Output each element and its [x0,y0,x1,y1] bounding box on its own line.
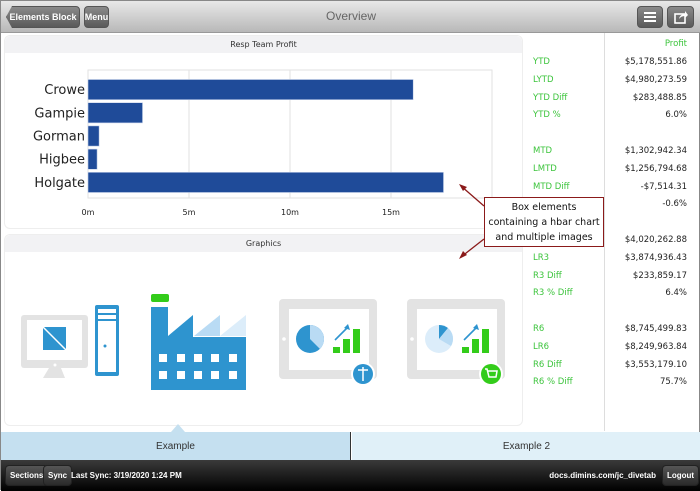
profit-header: Profit [664,39,687,49]
profit-label: LR6 [533,341,550,352]
profit-value: $4,980,273.59 [624,74,687,85]
profit-label: R3 % Diff [533,288,573,299]
bar [87,102,143,124]
tablet-retail-image [407,299,505,386]
category-label: Holgate [34,176,85,191]
graphics-images [21,294,505,390]
computer-image [21,305,119,378]
column-divider [604,33,605,431]
graphics-panel-title: Graphics [5,235,522,252]
profit-value: 6.0% [665,110,687,121]
hbar-chart: 0m 5m 10m 15m Crowe Gampie Gorman Higbee Holgate [33,69,493,217]
bar [87,125,100,147]
profit-value: $3,553,179.10 [624,359,687,370]
profit-label: R3 Diff [533,270,562,281]
tab-example-2[interactable]: Example 2 [352,432,700,460]
tick-label: 5m [183,208,196,217]
graphics-panel: Graphics [4,234,523,426]
bar [87,148,98,170]
tab-example[interactable]: Example [1,432,351,460]
list-button[interactable] [637,6,663,28]
sections-button[interactable]: Sections [5,465,49,486]
profit-value: $3,874,936.43 [624,252,687,263]
profit-value: $1,256,794.68 [624,163,687,174]
category-label: Higbee [39,153,85,168]
profit-label: LMTD [533,163,557,174]
bar [87,79,414,101]
profit-value: 75.7% [659,377,687,388]
footer-bar: Sections Sync Last Sync: 3/19/2020 1:24 … [1,460,700,491]
category-label: Crowe [44,83,85,98]
profit-value: -$7,514.31 [640,181,687,192]
tab-pointer [171,424,185,432]
category-label: Gorman [33,130,85,145]
profit-label: R6 Diff [533,359,562,370]
callout-line: and multiple images [495,232,593,243]
last-sync-text: Last Sync: 3/19/2020 1:24 PM [71,471,182,480]
profit-label: LYTD [533,74,554,85]
profit-value: -0.6% [662,199,687,210]
profit-value: $8,745,499.83 [624,324,687,334]
profit-value: $233,859.17 [632,270,687,281]
chart-panel-title: Resp Team Profit [5,36,522,53]
profit-value: $5,178,551.86 [624,57,687,67]
profit-label: YTD % [533,110,561,121]
profit-value: $283,488.85 [632,92,687,103]
profit-label: YTD [533,57,550,67]
profit-value: $1,302,942.34 [624,146,687,156]
tick-label: 15m [382,208,400,217]
callout-line: containing a hbar chart [488,217,600,228]
profit-label: MTD [533,146,553,156]
profit-value: $4,020,262.88 [624,235,687,245]
profit-value: $8,249,963.84 [624,341,687,352]
profit-label: R6 [533,324,545,334]
bar [87,172,444,193]
profit-label: YTD Diff [533,92,568,103]
share-button[interactable] [667,6,694,28]
sync-button[interactable]: Sync [43,465,73,486]
tablet-healthcare-image [279,299,377,386]
factory-image [151,294,246,390]
profit-label: MTD Diff [533,181,570,192]
chart-panel: Resp Team Profit 0m 5m 10m 15m Crowe Gampie Go… [4,35,523,229]
url-text: docs.dimins.com/jc_divetab [549,471,656,480]
logout-button[interactable]: Logout [662,465,700,486]
profit-value: 6.4% [665,288,687,299]
page-title: Overview [325,9,376,23]
share-icon [673,11,688,24]
header-bar: Elements Block Menu Overview [1,1,700,33]
tick-label: 10m [281,208,299,217]
list-icon [644,12,656,22]
annotation-callout: Box elements containing a hbar chart and… [484,197,604,247]
category-label: Gampie [34,106,85,121]
profit-label: LR3 [533,252,550,263]
tick-label: 0m [82,208,95,217]
profit-label: R6 % Diff [533,377,573,388]
callout-line: Box elements [511,202,577,213]
